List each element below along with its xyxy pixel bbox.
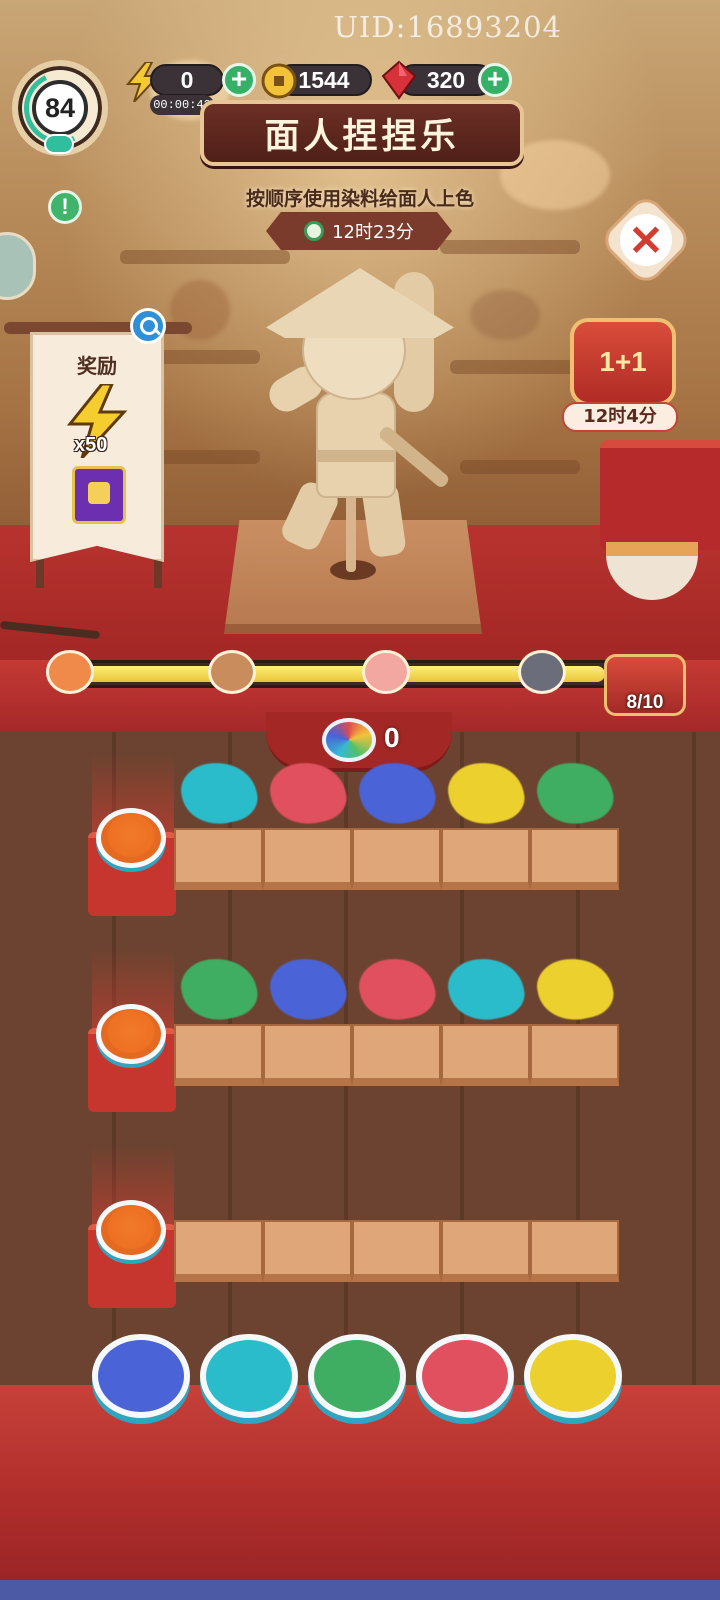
level-number: 84 xyxy=(32,80,88,136)
paint-bowl-yellow[interactable] xyxy=(524,1334,622,1418)
add-energy-button[interactable]: + xyxy=(222,63,256,97)
dye-slot[interactable] xyxy=(530,1220,619,1282)
paint-bowl-blue[interactable] xyxy=(92,1334,190,1418)
dye-slot[interactable] xyxy=(352,1220,441,1282)
leaf-icon xyxy=(304,221,325,241)
dye-swatch-blue xyxy=(354,754,440,832)
row-bowl-orange[interactable] xyxy=(96,808,166,868)
paint-bowl-cyan[interactable] xyxy=(200,1334,298,1418)
dye-slot[interactable] xyxy=(352,828,441,890)
dye-swatch-red xyxy=(354,950,440,1028)
milestone-avatar-2 xyxy=(208,650,256,694)
search-icon[interactable] xyxy=(130,308,166,344)
dye-slot[interactable] xyxy=(441,1220,530,1282)
event-timer-text: 12时23分 xyxy=(332,222,414,243)
level-badge-icon xyxy=(44,134,74,154)
event-timer: 12时23分 xyxy=(266,212,452,250)
dye-slot[interactable] xyxy=(263,1220,352,1282)
reward-quantity: x50 xyxy=(74,434,108,456)
figure-body xyxy=(316,392,396,498)
dye-swatch-yellow xyxy=(532,950,618,1028)
dye-row xyxy=(88,752,632,916)
bottom-strip xyxy=(0,1580,720,1600)
bonus-box-timer: 12时4分 xyxy=(562,402,678,432)
paint-bowl-green[interactable] xyxy=(308,1334,406,1418)
dye-slot[interactable] xyxy=(263,828,352,890)
dye-slot[interactable] xyxy=(263,1024,352,1086)
dye-slot[interactable] xyxy=(530,828,619,890)
gem-icon xyxy=(381,60,417,100)
energy-count: 0 xyxy=(150,64,224,96)
dye-slot[interactable] xyxy=(174,1024,263,1086)
dye-swatch-yellow xyxy=(443,754,529,832)
coin-icon xyxy=(261,63,297,99)
bonus-box-label: 1+1 xyxy=(599,346,647,377)
dye-swatch-cyan xyxy=(443,950,529,1028)
dye-slot[interactable] xyxy=(530,1024,619,1086)
chest-progress: 8/10 xyxy=(626,692,664,713)
decor-box xyxy=(600,440,720,550)
dye-slot[interactable] xyxy=(174,1220,263,1282)
dye-swatch-red xyxy=(265,754,351,832)
paint-bowl-red[interactable] xyxy=(416,1334,514,1418)
figure-belt xyxy=(318,450,394,462)
dye-slot[interactable] xyxy=(352,1024,441,1086)
uid-label: UID:16893204 xyxy=(333,10,562,44)
dye-swatch-green xyxy=(532,754,618,832)
dye-swatch-green xyxy=(176,950,262,1028)
bonus-box-button[interactable]: 1+1 xyxy=(570,318,676,406)
row-bowl-orange[interactable] xyxy=(96,1004,166,1064)
row-bowl-orange[interactable] xyxy=(96,1200,166,1260)
dye-swatch-blue xyxy=(265,950,351,1028)
milestone-avatar-1 xyxy=(46,650,94,694)
dye-row xyxy=(88,948,632,1112)
milestone-avatar-3 xyxy=(362,650,410,694)
close-icon: ✕ xyxy=(628,216,664,264)
milestone-avatar-4 xyxy=(518,650,566,694)
instruction-text: 按顺序使用染料给面人上色 xyxy=(245,188,474,210)
dye-slot[interactable] xyxy=(174,828,263,890)
add-gems-button[interactable]: + xyxy=(478,63,512,97)
dye-slot[interactable] xyxy=(441,828,530,890)
close-button[interactable]: ✕ xyxy=(620,214,672,266)
reward-title: 奖励 xyxy=(77,354,117,378)
dye-slot[interactable] xyxy=(441,1024,530,1086)
ticket-emblem xyxy=(88,482,110,504)
game-title: 面人捏捏乐 xyxy=(200,100,524,166)
mixed-dye-count: 0 xyxy=(384,722,400,753)
dye-swatch-cyan xyxy=(176,754,262,832)
dye-row xyxy=(88,1144,632,1308)
